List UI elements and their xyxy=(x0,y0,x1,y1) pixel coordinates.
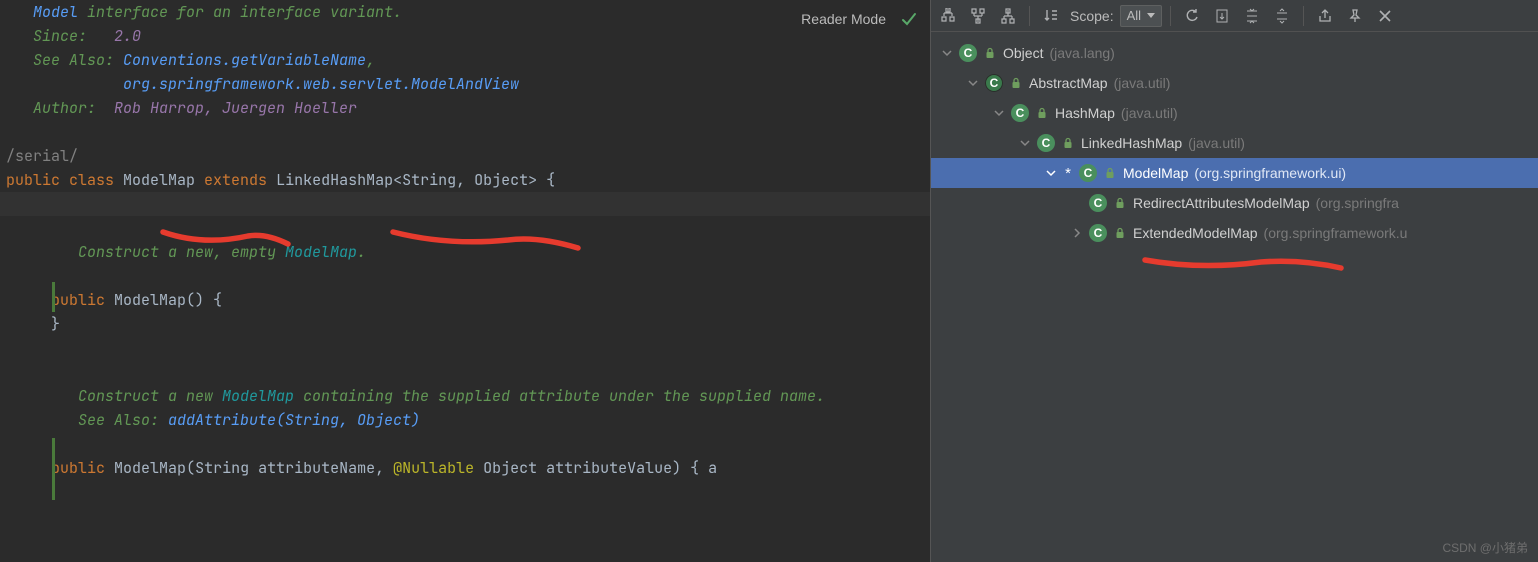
doc-gutter-bar xyxy=(52,282,55,312)
watermark: CSDN @小猪弟 xyxy=(1442,539,1528,556)
class-badge-icon: C xyxy=(1011,104,1029,122)
expand-arrow-icon[interactable] xyxy=(941,48,953,58)
pin-icon[interactable] xyxy=(1342,4,1368,28)
doc-author: Author: Rob Harrop, Juergen Hoeller xyxy=(0,96,930,120)
serial-marker: /serial/ xyxy=(0,144,930,168)
lock-icon xyxy=(1009,76,1023,90)
collapse-all-icon[interactable] xyxy=(1269,4,1295,28)
ctor2-see-link[interactable]: addAttribute(String, Object) xyxy=(168,410,420,430)
lock-icon xyxy=(1113,226,1127,240)
subtypes-icon[interactable] xyxy=(995,4,1021,28)
class-declaration: public class ModelMap extends LinkedHash… xyxy=(0,168,930,192)
expand-all-icon[interactable] xyxy=(1239,4,1265,28)
expand-arrow-icon[interactable] xyxy=(1019,138,1031,148)
class-name: ExtendedModelMap xyxy=(1133,225,1258,241)
doc-type-link: Model xyxy=(33,2,78,22)
package-label: (java.lang) xyxy=(1049,45,1114,61)
tree-node-redirectattributesmodelmap[interactable]: C RedirectAttributesModelMap (org.springf… xyxy=(931,188,1538,218)
lock-icon xyxy=(1113,196,1127,210)
scope-label: Scope: xyxy=(1070,8,1114,24)
class-badge-icon: C xyxy=(1089,194,1107,212)
current-line xyxy=(0,192,930,216)
ctor2-see-also: See Also: addAttribute(String, Object) xyxy=(0,408,930,432)
see-also-link-2[interactable]: org.springframework.web.servlet.ModelAnd… xyxy=(123,74,519,94)
see-also-link-1[interactable]: Conventions.getVariableName xyxy=(123,50,366,70)
class-badge-icon: C xyxy=(959,44,977,62)
class-badge-icon: C xyxy=(1037,134,1055,152)
tree-node-linkedhashmap[interactable]: C LinkedHashMap (java.util) xyxy=(931,128,1538,158)
expand-arrow-icon[interactable] xyxy=(967,78,979,88)
blank xyxy=(0,336,930,360)
ctor1-doc: Construct a new, empty ModelMap. xyxy=(0,240,930,264)
class-badge-icon: C xyxy=(1089,224,1107,242)
hierarchy-tree[interactable]: CObject (java.lang)CAbstractMap (java.ut… xyxy=(931,32,1538,254)
scope-value: All xyxy=(1127,8,1141,23)
chevron-down-icon xyxy=(1147,13,1155,18)
package-label: (java.util) xyxy=(1188,135,1245,151)
lock-icon xyxy=(1061,136,1075,150)
annotation-underline xyxy=(1141,254,1351,278)
tree-node-modelmap[interactable]: * C ModelMap (org.springframework.ui) xyxy=(931,158,1538,188)
ctor1-close: } xyxy=(0,312,930,336)
class-name: AbstractMap xyxy=(1029,75,1108,91)
expand-arrow-icon[interactable] xyxy=(1071,228,1083,238)
hierarchy-toolbar: Scope: All xyxy=(931,0,1538,32)
package-label: (java.util) xyxy=(1114,75,1171,91)
blank xyxy=(0,216,930,240)
supertypes-icon[interactable] xyxy=(965,4,991,28)
class-name: Object xyxy=(1003,45,1043,61)
class-name: ModelMap xyxy=(1123,165,1188,181)
package-label: (org.springfra xyxy=(1316,195,1399,211)
class-badge-icon: C xyxy=(985,74,1003,92)
reader-mode-label: Reader Mode xyxy=(801,8,886,30)
blank xyxy=(0,360,930,384)
autoscroll-icon[interactable] xyxy=(1209,4,1235,28)
refresh-icon[interactable] xyxy=(1179,4,1205,28)
package-label: (java.util) xyxy=(1121,105,1178,121)
expand-arrow-icon[interactable] xyxy=(993,108,1005,118)
hierarchy-panel: Scope: All CObject (java.lang)CAbstractM… xyxy=(930,0,1538,562)
check-icon xyxy=(900,10,918,28)
blank xyxy=(0,120,930,144)
doc-text: interface for an interface variant. xyxy=(78,2,402,22)
tree-node-hashmap[interactable]: C HashMap (java.util) xyxy=(931,98,1538,128)
class-name: RedirectAttributesModelMap xyxy=(1133,195,1310,211)
since-value: 2.0 xyxy=(114,26,141,46)
export-icon[interactable] xyxy=(1312,4,1338,28)
blank xyxy=(0,432,930,456)
since-label: Since: xyxy=(33,26,87,46)
blank xyxy=(0,264,930,288)
tree-node-object[interactable]: C Object (java.lang) xyxy=(931,38,1538,68)
class-badge-icon: C xyxy=(1079,164,1097,182)
doc-see-also: See Also: Conventions.getVariableName, xyxy=(0,48,930,72)
class-hierarchy-icon[interactable] xyxy=(935,4,961,28)
package-label: (org.springframework.u xyxy=(1264,225,1408,241)
scope-dropdown[interactable]: All xyxy=(1120,5,1162,27)
sort-alpha-icon[interactable] xyxy=(1038,4,1064,28)
ctor2-doc: Construct a new ModelMap containing the … xyxy=(0,384,930,408)
lock-icon xyxy=(1103,166,1117,180)
doc-since: Since: 2.0 xyxy=(0,24,930,48)
close-icon[interactable] xyxy=(1372,4,1398,28)
ctor1-sig: public ModelMap() { xyxy=(0,288,930,312)
ctor2-sig: public ModelMap(String attributeName, @N… xyxy=(0,456,930,480)
lock-icon xyxy=(983,46,997,60)
code-editor[interactable]: Reader Mode Model interface for an inter… xyxy=(0,0,930,562)
lock-icon xyxy=(1035,106,1049,120)
expand-arrow-icon[interactable] xyxy=(1045,168,1057,178)
doc-gutter-bar xyxy=(52,438,55,500)
see-also-label: See Also: xyxy=(33,50,114,70)
doc-line: Model interface for an interface variant… xyxy=(0,0,930,24)
tree-node-abstractmap[interactable]: C AbstractMap (java.util) xyxy=(931,68,1538,98)
star-icon: * xyxy=(1063,165,1073,182)
tree-node-extendedmodelmap[interactable]: C ExtendedModelMap (org.springframework.u xyxy=(931,218,1538,248)
class-name: HashMap xyxy=(1055,105,1115,121)
author-label: Author: xyxy=(33,98,96,118)
author-value: Rob Harrop, Juergen Hoeller xyxy=(114,98,357,118)
reader-mode-indicator: Reader Mode xyxy=(801,8,918,30)
package-label: (org.springframework.ui) xyxy=(1194,165,1346,181)
class-name: LinkedHashMap xyxy=(1081,135,1182,151)
doc-see-also-2: org.springframework.web.servlet.ModelAnd… xyxy=(0,72,930,96)
